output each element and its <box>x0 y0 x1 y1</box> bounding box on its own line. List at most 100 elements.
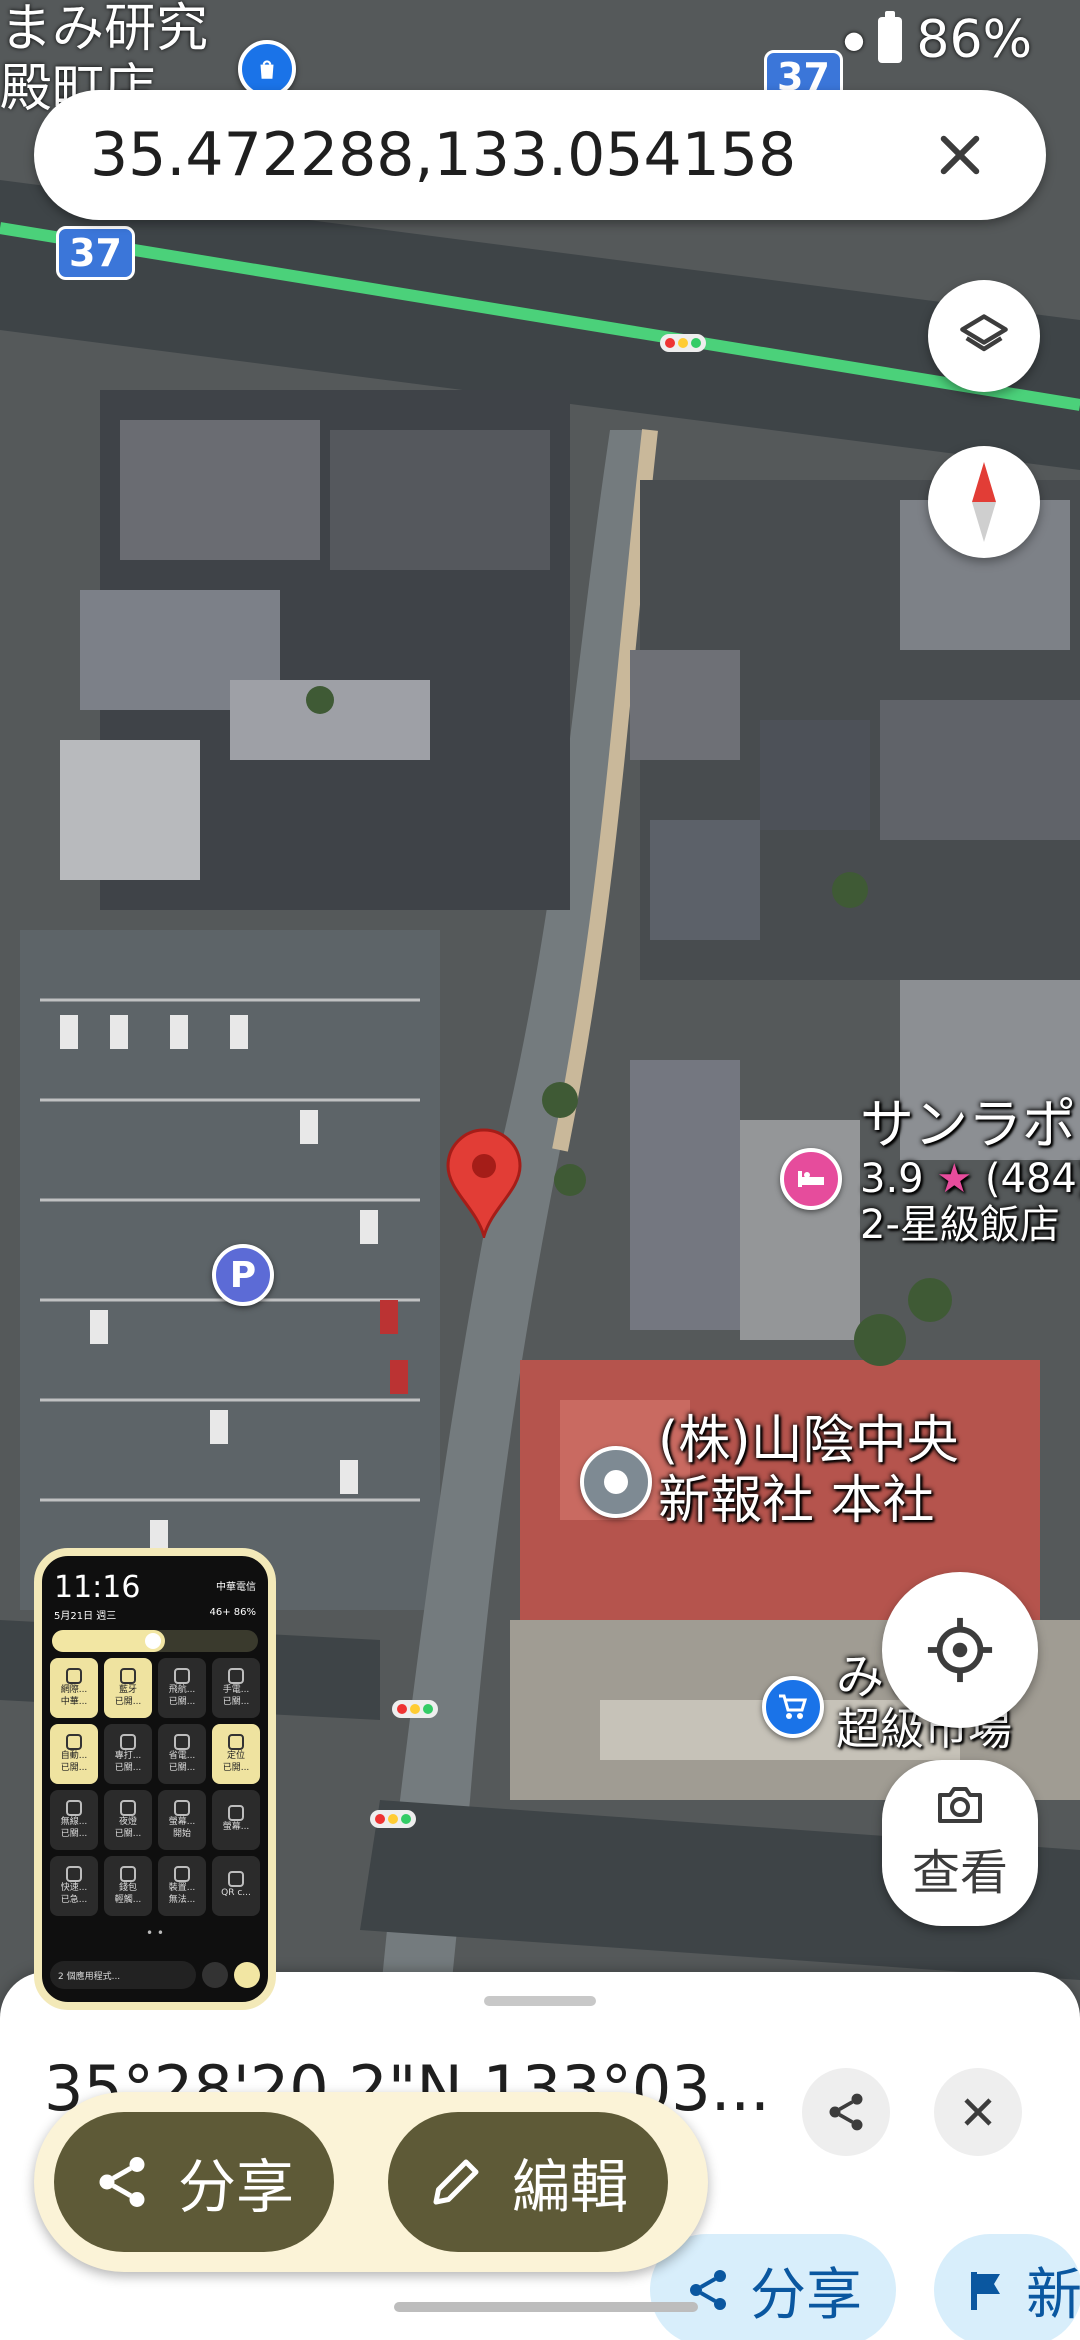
layers-icon <box>960 314 1008 352</box>
battery-indicator: ● 86% <box>843 10 1032 70</box>
qs-tile-icon <box>120 1668 136 1685</box>
hotel-reviews: (484) <box>984 1156 1080 1203</box>
share-chip[interactable]: 分享 <box>650 2234 896 2340</box>
qs-tile-icon <box>174 1800 190 1817</box>
gear-icon[interactable] <box>202 1962 228 1988</box>
qs-tile[interactable]: 自動... 已開... <box>50 1724 98 1784</box>
qs-tile[interactable]: 定位 已開... <box>212 1724 260 1784</box>
search-query[interactable]: 35.472288,133.054158 <box>90 120 930 190</box>
qs-tile-label: 裝置... <box>168 1883 196 1894</box>
sheet-drag-handle[interactable] <box>484 1996 596 2006</box>
qs-tile[interactable]: 錢包 輕觸... <box>104 1856 152 1916</box>
hotel-marker[interactable] <box>780 1148 842 1210</box>
qs-tile-state: 輕觸... <box>114 1895 142 1905</box>
qs-tile-label: 自動... <box>60 1751 88 1762</box>
qs-tiles: 網際... 中華... 藍牙 已開... 飛航... 已關... 手電... 已關... 自動.… <box>42 1658 268 1916</box>
qs-time: 11:16 <box>54 1570 141 1605</box>
qs-status-icons: 46+ 86% <box>209 1607 256 1618</box>
qs-tile-icon <box>228 1871 244 1888</box>
qs-tile-state: 已關... <box>114 1829 142 1839</box>
traffic-light-icon <box>392 1700 438 1718</box>
qs-tile-label: 專打... <box>114 1751 142 1762</box>
supermarket-marker[interactable] <box>762 1676 824 1738</box>
qs-tile[interactable]: 快速... 已急... <box>50 1856 98 1916</box>
qs-tile[interactable]: 專打... 已關... <box>104 1724 152 1784</box>
place-marker[interactable] <box>580 1446 652 1518</box>
qs-tile-state: 已開... <box>114 1697 142 1707</box>
qs-tile-label: 藍牙 <box>118 1685 137 1696</box>
compass-button[interactable] <box>928 446 1040 558</box>
qs-tile-label: 錢包 <box>118 1883 137 1894</box>
hotel-label[interactable]: サンラポ 3.9 ★ (484) 2-星級飯店 <box>860 1093 1080 1248</box>
qs-tile-label: 手電... <box>222 1685 250 1696</box>
brightness-slider[interactable] <box>52 1630 258 1652</box>
qs-tile[interactable]: QR c... <box>212 1856 260 1916</box>
flag-icon <box>971 2272 1000 2310</box>
qs-tile-state: 已關... <box>168 1697 196 1707</box>
qs-tile[interactable]: 手電... 已關... <box>212 1658 260 1718</box>
share-icon-button[interactable] <box>802 2068 890 2156</box>
qs-tile-label: 螢幕... <box>222 1822 250 1833</box>
qs-tile-icon <box>228 1734 244 1751</box>
qs-tile-icon <box>174 1668 190 1685</box>
share-button[interactable]: 分享 <box>54 2112 335 2252</box>
newspaper-name-line1: (株)山陰中央 <box>658 1411 959 1471</box>
qs-date: 5月21日 週三 <box>54 1611 117 1622</box>
pencil-icon <box>433 2159 479 2205</box>
traffic-light-icon <box>660 334 706 352</box>
qs-tile[interactable]: 網際... 中華... <box>50 1658 98 1718</box>
compass-icon <box>972 462 996 542</box>
share-chip-label: 分享 <box>750 2262 862 2328</box>
my-location-button[interactable] <box>882 1572 1038 1728</box>
traffic-light-icon <box>370 1810 416 1828</box>
edit-button[interactable]: 編輯 <box>388 2112 669 2252</box>
status-bar: まみ研究 殿町店 ... ● 86% <box>0 0 1080 119</box>
battery-percent: 86% <box>916 10 1032 70</box>
qs-tile-state: 已關... <box>222 1697 250 1707</box>
qs-tile-label: 快速... <box>60 1883 88 1894</box>
qs-tile[interactable]: 無線... 已關... <box>50 1790 98 1850</box>
hotel-name: サンラポ <box>860 1093 1076 1156</box>
qs-tile-state: 已開... <box>222 1763 250 1773</box>
qs-tile-label: 螢幕... <box>168 1817 196 1828</box>
qs-tile[interactable]: 裝置... 無法... <box>158 1856 206 1916</box>
qs-tile-state: 已開... <box>60 1763 88 1773</box>
qs-tile[interactable]: 螢幕... <box>212 1790 260 1850</box>
qs-tile-icon <box>66 1800 82 1817</box>
view-button-label: 查看 <box>911 1845 1008 1901</box>
qs-tile-state: 中華... <box>60 1697 88 1707</box>
battery-icon <box>878 11 903 63</box>
search-bar[interactable]: 35.472288,133.054158 <box>34 90 1046 220</box>
active-apps-label: 2 個應用程式... <box>58 1971 121 1982</box>
layers-button[interactable] <box>928 280 1040 392</box>
newspaper-label[interactable]: (株)山陰中央 新報社 本社 <box>658 1411 959 1532</box>
bed-icon <box>798 1171 824 1187</box>
parking-letter: P <box>229 1254 257 1296</box>
parking-marker[interactable]: P <box>212 1244 274 1306</box>
hotel-rating-line: 3.9 ★ (484) <box>860 1156 1080 1202</box>
gesture-nav-bar[interactable] <box>394 2302 698 2312</box>
quick-settings-preview[interactable]: 11:16 中華電信 5月21日 週三 46+ 86% 網際... 中華... 藍牙… <box>34 1548 276 2010</box>
close-sheet-button[interactable] <box>934 2068 1022 2156</box>
clear-search-button[interactable] <box>930 125 990 185</box>
screenshot-actions: 分享 編輯 <box>34 2092 708 2272</box>
qs-tile[interactable]: 藍牙 已開... <box>104 1658 152 1718</box>
save-chip[interactable]: 新 <box>934 2234 1080 2340</box>
qs-tile-icon <box>174 1866 190 1883</box>
share-icon <box>829 2093 863 2131</box>
qs-tile-icon <box>228 1668 244 1685</box>
active-apps-button[interactable]: 2 個應用程式... <box>50 1961 196 1989</box>
qs-tile-label: 網際... <box>60 1685 88 1696</box>
qs-tile[interactable]: 夜燈 已關... <box>104 1790 152 1850</box>
close-icon <box>964 2098 992 2126</box>
qs-tile-icon <box>66 1668 82 1685</box>
qs-tile-icon <box>66 1734 82 1751</box>
qs-tile-label: 定位 <box>226 1751 245 1762</box>
qs-tile[interactable]: 螢幕... 開始 <box>158 1790 206 1850</box>
qs-tile[interactable]: 飛航... 已關... <box>158 1658 206 1718</box>
share-button-label: 分享 <box>178 2153 295 2221</box>
view-button[interactable]: 查看 <box>882 1760 1038 1926</box>
power-icon[interactable] <box>234 1962 260 1988</box>
qs-tile[interactable]: 省電... 已關... <box>158 1724 206 1784</box>
qs-tile-icon <box>120 1734 136 1751</box>
